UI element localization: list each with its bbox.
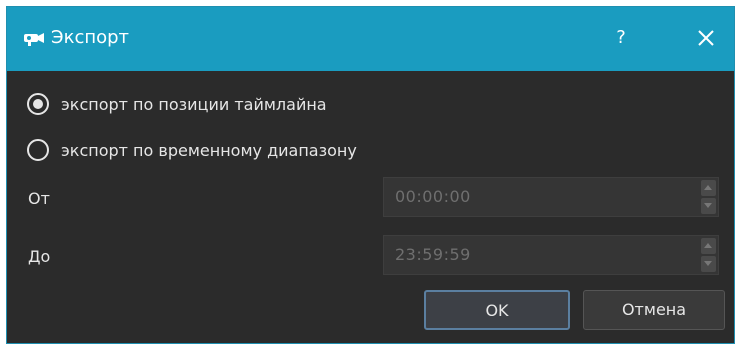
chevron-up-icon[interactable] bbox=[701, 238, 716, 254]
cancel-button[interactable]: Отмена bbox=[583, 290, 725, 330]
close-icon bbox=[698, 30, 714, 46]
radio-time-range-label: экспорт по временному диапазону bbox=[61, 140, 357, 160]
radio-button-unchecked[interactable] bbox=[27, 139, 49, 161]
to-time-value[interactable]: 23:59:59 bbox=[395, 245, 471, 264]
to-time-field[interactable]: 23:59:59 bbox=[383, 235, 719, 275]
help-button[interactable]: ? bbox=[603, 24, 639, 52]
ok-button[interactable]: OK bbox=[424, 290, 570, 330]
chevron-down-icon[interactable] bbox=[701, 256, 716, 272]
from-time-field[interactable]: 00:00:00 bbox=[383, 177, 719, 217]
to-time-spinner bbox=[701, 238, 716, 272]
radio-time-range[interactable]: экспорт по временному диапазону bbox=[27, 136, 357, 164]
radio-timeline-position[interactable]: экспорт по позиции таймлайна bbox=[27, 90, 327, 118]
chevron-up-icon[interactable] bbox=[701, 180, 716, 196]
dialog-title: Экспорт bbox=[51, 27, 130, 48]
export-dialog: Экспорт ? экспорт по позиции таймлайна э… bbox=[6, 6, 735, 344]
camera-icon bbox=[24, 33, 44, 46]
radio-button-checked[interactable] bbox=[27, 93, 49, 115]
to-label: До bbox=[28, 247, 51, 266]
from-label: От bbox=[28, 189, 50, 208]
close-button[interactable] bbox=[689, 24, 723, 52]
from-time-value[interactable]: 00:00:00 bbox=[395, 187, 471, 206]
from-time-spinner bbox=[701, 180, 716, 214]
title-bar: Экспорт ? bbox=[7, 7, 734, 71]
radio-timeline-position-label: экспорт по позиции таймлайна bbox=[61, 94, 327, 114]
chevron-down-icon[interactable] bbox=[701, 198, 716, 214]
